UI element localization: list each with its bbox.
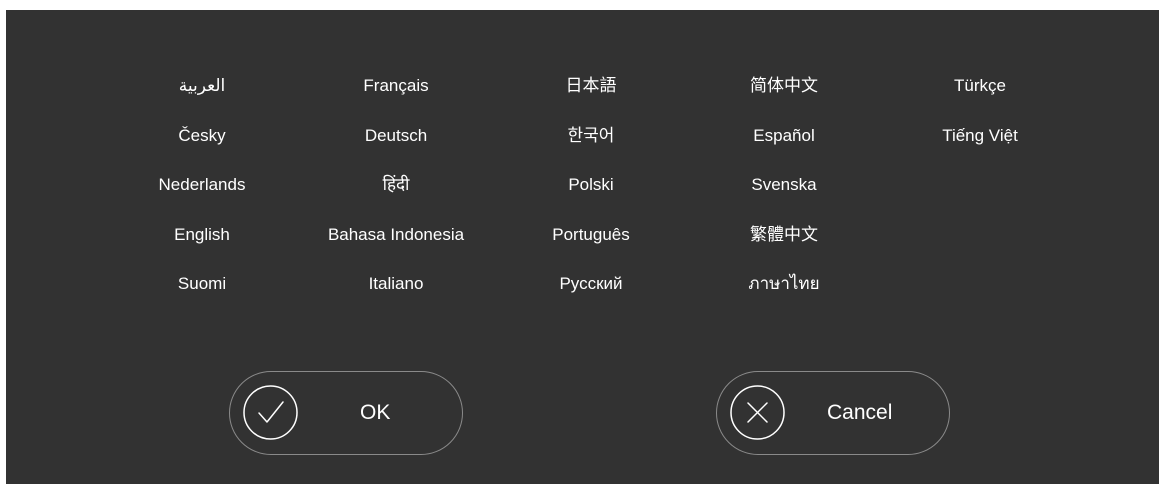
language-option-vietnamese[interactable]: Tiếng Việt xyxy=(880,124,1080,148)
cancel-button[interactable]: Cancel xyxy=(716,371,950,455)
language-option-japanese[interactable]: 日本語 xyxy=(491,74,691,98)
language-option-russian[interactable]: Русский xyxy=(491,272,691,296)
language-option-traditional-chinese[interactable]: 繁體中文 xyxy=(684,223,884,247)
language-dialog: العربية Français 日本語 简体中文 Türkçe Česky D… xyxy=(6,10,1159,484)
language-option-korean[interactable]: 한국어 xyxy=(491,124,691,148)
language-option-spanish[interactable]: Español xyxy=(684,124,884,148)
language-option-dutch[interactable]: Nederlands xyxy=(102,173,302,197)
language-option-arabic[interactable]: العربية xyxy=(102,74,302,98)
check-icon xyxy=(243,385,298,440)
language-option-french[interactable]: Français xyxy=(296,74,496,98)
language-option-portuguese[interactable]: Português xyxy=(491,223,691,247)
language-option-polish[interactable]: Polski xyxy=(491,173,691,197)
language-option-simplified-chinese[interactable]: 简体中文 xyxy=(684,74,884,98)
language-option-czech[interactable]: Česky xyxy=(102,124,302,148)
ok-label: OK xyxy=(360,401,391,424)
language-option-english[interactable]: English xyxy=(102,223,302,247)
language-option-italian[interactable]: Italiano xyxy=(296,272,496,296)
language-option-finnish[interactable]: Suomi xyxy=(102,272,302,296)
language-option-hindi[interactable]: हिंदी xyxy=(296,173,496,197)
language-option-german[interactable]: Deutsch xyxy=(296,124,496,148)
cancel-label: Cancel xyxy=(827,401,893,424)
language-option-swedish[interactable]: Svenska xyxy=(684,173,884,197)
language-option-indonesian[interactable]: Bahasa Indonesia xyxy=(296,223,496,247)
language-option-turkish[interactable]: Türkçe xyxy=(880,74,1080,98)
ok-button[interactable]: OK xyxy=(229,371,463,455)
close-icon xyxy=(730,385,785,440)
language-option-thai[interactable]: ภาษาไทย xyxy=(684,272,884,296)
